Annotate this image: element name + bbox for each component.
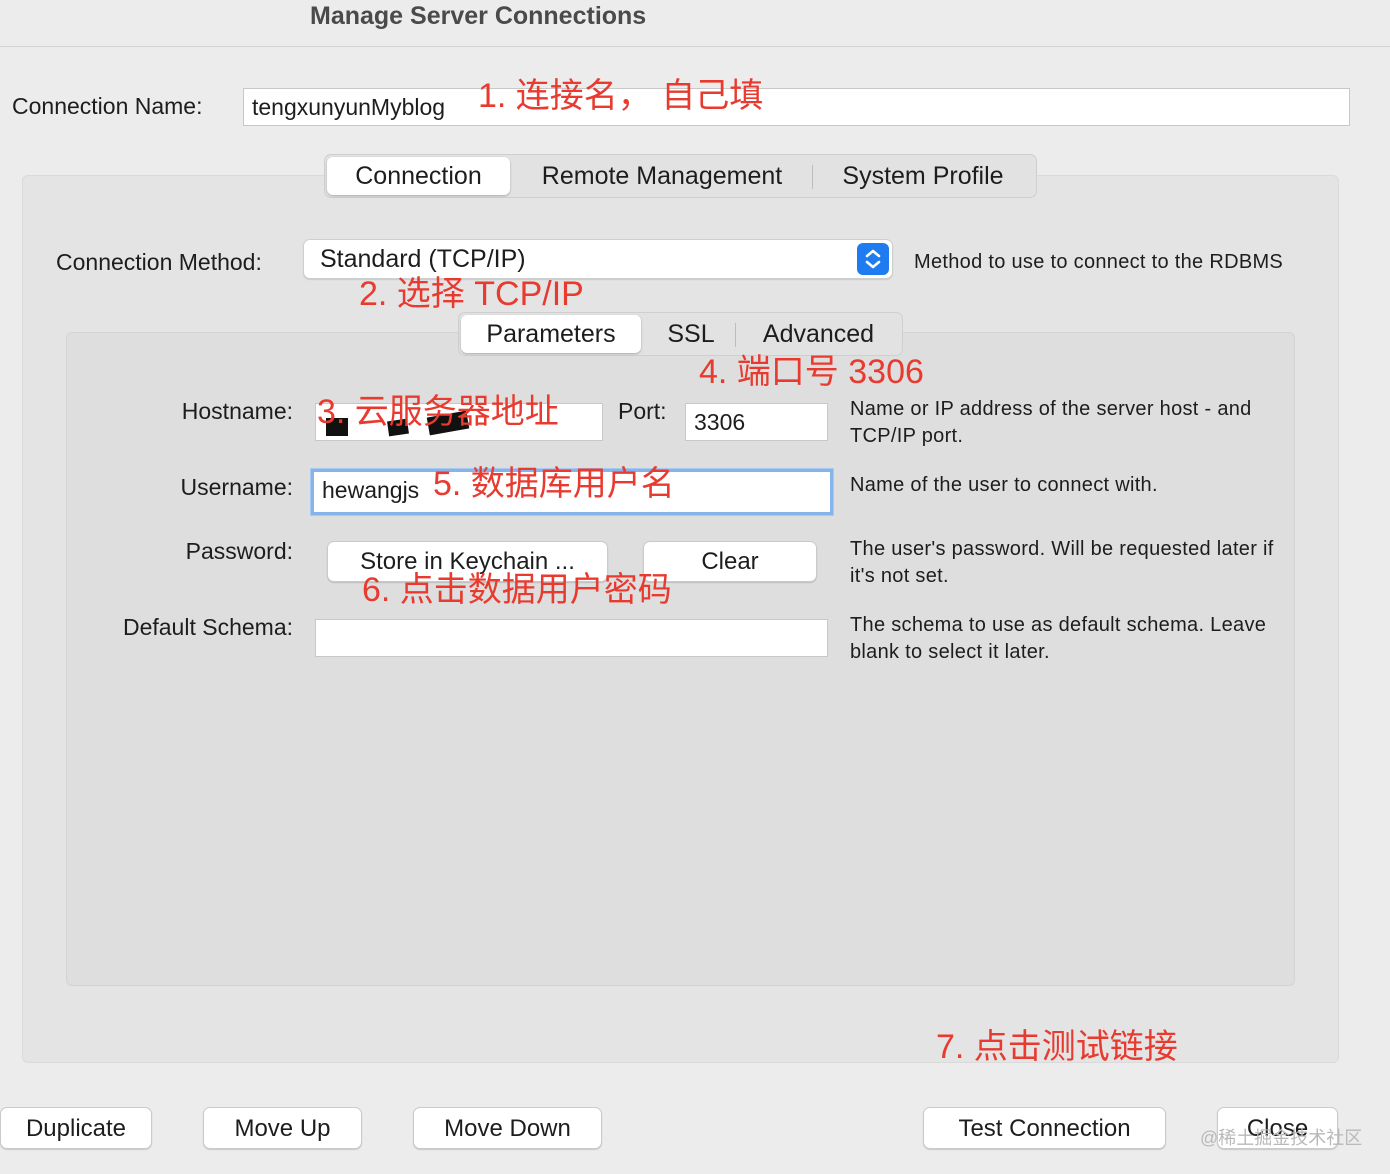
tab-advanced[interactable]: Advanced: [741, 315, 896, 353]
watermark: @稀土掘金技术社区: [1200, 1128, 1363, 1148]
connection-name-label: Connection Name:: [12, 93, 203, 119]
duplicate-button[interactable]: Duplicate: [0, 1107, 152, 1149]
annotation-6: 6. 点击数据用户密码: [362, 571, 672, 609]
test-connection-button[interactable]: Test Connection: [923, 1107, 1166, 1149]
title-bar: [0, 0, 1390, 47]
tab-parameters[interactable]: Parameters: [461, 315, 641, 353]
hostname-label: Hostname:: [181, 398, 293, 424]
annotation-1: 1. 连接名， 自己填: [478, 77, 764, 115]
hostname-description: Name or IP address of the server host - …: [850, 398, 1252, 447]
connection-method-value: Standard (TCP/IP): [320, 245, 526, 273]
connection-name-value: tengxunyunMyblog: [252, 94, 446, 120]
connection-method-select[interactable]: Standard (TCP/IP): [303, 239, 893, 279]
annotation-5: 5. 数据库用户名: [433, 465, 675, 503]
port-value: 3306: [694, 409, 746, 435]
port-label: Port:: [618, 398, 667, 424]
password-label: Password:: [185, 538, 293, 564]
annotation-2: 2. 选择 TCP/IP: [359, 275, 584, 313]
move-up-button[interactable]: Move Up: [203, 1107, 362, 1149]
username-description: Name of the user to connect with.: [850, 474, 1158, 496]
tab-divider: [735, 323, 736, 347]
sub-tabs: Parameters SSL Advanced: [458, 312, 903, 356]
tab-ssl[interactable]: SSL: [647, 315, 735, 353]
window-title: Manage Server Connections: [310, 2, 647, 30]
tab-connection[interactable]: Connection: [327, 157, 510, 195]
annotation-7: 7. 点击测试链接: [936, 1028, 1178, 1066]
default-schema-input[interactable]: [315, 619, 828, 657]
tab-remote-management[interactable]: Remote Management: [517, 157, 807, 195]
password-description: The user's password. Will be requested l…: [850, 538, 1274, 587]
port-input[interactable]: 3306: [685, 403, 828, 441]
connection-method-description: Method to use to connect to the RDBMS: [914, 251, 1284, 273]
tab-system-profile[interactable]: System Profile: [817, 157, 1029, 195]
connection-method-label: Connection Method:: [56, 249, 262, 275]
connection-name-input[interactable]: tengxunyunMyblog: [243, 88, 1350, 126]
main-tabs: Connection Remote Management System Prof…: [324, 154, 1037, 198]
move-down-button[interactable]: Move Down: [413, 1107, 602, 1149]
username-label: Username:: [180, 474, 293, 500]
tab-divider: [812, 165, 813, 189]
annotation-4: 4. 端口号 3306: [699, 353, 924, 391]
username-value: hewangjs: [322, 477, 420, 503]
chevron-updown-icon: [857, 243, 889, 275]
annotation-3: 3. 云服务器地址: [317, 393, 559, 431]
default-schema-label: Default Schema:: [122, 614, 293, 640]
default-schema-description: The schema to use as default schema. Lea…: [850, 614, 1267, 663]
